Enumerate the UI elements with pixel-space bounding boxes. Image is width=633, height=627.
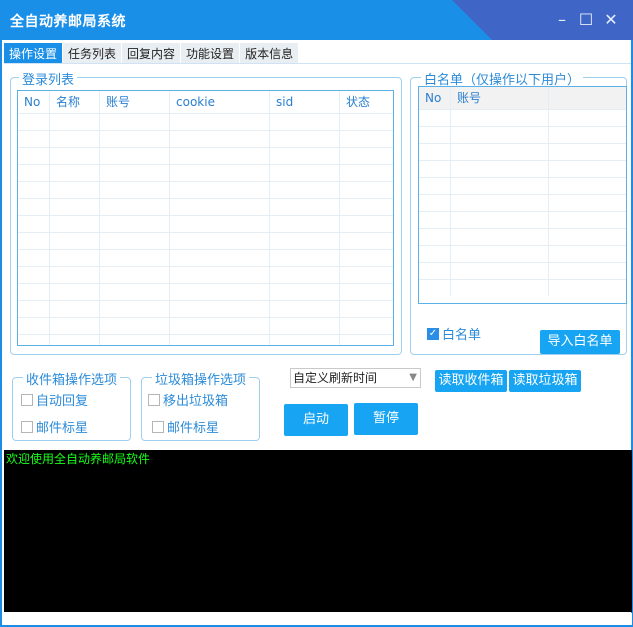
close-icon[interactable]: ✕ [601,10,621,30]
app-window: 全自动养邮局系统 – ☐ ✕ 操作设置 任务列表 回复内容 功能设置 版本信息 … [0,0,633,627]
table-row[interactable] [18,232,393,249]
log-console[interactable]: 欢迎使用全自动养邮局软件 [4,450,632,612]
trash-star-checkbox[interactable]: 邮件标星 [152,417,219,436]
whitelist-checkbox-label: 白名单 [442,328,482,343]
whitelist-checkbox[interactable]: ✓ 白名单 [427,324,481,343]
pause-button[interactable]: 暂停 [354,403,418,435]
table-row[interactable] [18,249,393,266]
whitelist-header: No 账号 [419,87,626,109]
login-list-body [18,113,393,345]
table-row[interactable] [419,279,626,296]
table-row[interactable] [18,164,393,181]
whitelist-table[interactable]: No 账号 [418,86,627,304]
table-row[interactable] [18,181,393,198]
table-row[interactable] [419,228,626,245]
auto-reply-label: 自动回复 [36,394,89,409]
refresh-time-select[interactable]: 自定义刷新时间 ▼ [290,368,421,388]
table-row[interactable] [18,266,393,283]
table-row[interactable] [419,194,626,211]
window-title: 全自动养邮局系统 [10,14,126,30]
table-row[interactable] [18,198,393,215]
col-no[interactable]: No [18,91,50,113]
table-row[interactable] [419,126,626,143]
whitelist-body [419,109,626,296]
table-row[interactable] [419,143,626,160]
status-strip [4,613,632,625]
tab-reply-content[interactable]: 回复内容 [122,43,181,65]
trash-options-group: 垃圾箱操作选项 移出垃圾箱 邮件标星 [141,369,260,441]
read-trash-button[interactable]: 读取垃圾箱 [509,370,581,392]
tab-operation-settings[interactable]: 操作设置 [4,43,63,65]
table-row[interactable] [419,109,626,126]
import-whitelist-button[interactable]: 导入白名单 [540,330,620,354]
tab-function-settings[interactable]: 功能设置 [181,43,240,65]
table-row[interactable] [419,177,626,194]
col-account[interactable]: 账号 [100,91,170,113]
col-sid[interactable]: sid [270,91,340,113]
login-list-table[interactable]: No 名称 账号 cookie sid 状态 [17,90,394,346]
tab-task-list[interactable]: 任务列表 [63,43,122,65]
wl-col-account[interactable]: 账号 [451,87,549,109]
table-row[interactable] [419,262,626,279]
console-welcome-text: 欢迎使用全自动养邮局软件 [6,452,151,466]
read-inbox-button[interactable]: 读取收件箱 [435,370,507,392]
table-row[interactable] [18,334,393,345]
table-row[interactable] [18,215,393,232]
client-area: 操作设置 任务列表 回复内容 功能设置 版本信息 登录列表 No 名称 账号 c… [2,40,632,625]
auto-reply-checkbox[interactable]: 自动回复 [21,390,88,409]
col-status[interactable]: 状态 [340,91,393,113]
inbox-options-title: 收件箱操作选项 [23,369,121,388]
tab-version-info[interactable]: 版本信息 [240,43,299,65]
table-row[interactable] [18,130,393,147]
operation-panel: 登录列表 No 名称 账号 cookie sid 状态 白名单（仅操作以下用户） [4,63,631,488]
tab-bar: 操作设置 任务列表 回复内容 功能设置 版本信息 [4,43,299,65]
inbox-star-label: 邮件标星 [36,421,89,436]
table-row[interactable] [18,147,393,164]
refresh-time-value: 自定义刷新时间 [293,371,378,385]
table-row[interactable] [419,211,626,228]
table-row[interactable] [18,113,393,130]
table-row[interactable] [18,283,393,300]
checkbox-checked-icon[interactable]: ✓ [427,327,439,340]
move-out-trash-checkbox[interactable]: 移出垃圾箱 [148,390,228,409]
login-list-group: 登录列表 No 名称 账号 cookie sid 状态 [10,69,402,355]
trash-options-title: 垃圾箱操作选项 [152,369,250,388]
table-row[interactable] [18,300,393,317]
whitelist-group: 白名单（仅操作以下用户） No 账号 ✓ 白名单 导入白名单 [410,69,627,355]
table-row[interactable] [18,317,393,334]
table-row[interactable] [419,160,626,177]
wl-col-no[interactable]: No [419,87,451,109]
login-list-title: 登录列表 [19,69,78,88]
col-name[interactable]: 名称 [50,91,100,113]
login-list-header: No 名称 账号 cookie sid 状态 [18,91,393,113]
minimize-icon[interactable]: – [552,10,572,30]
inbox-star-checkbox[interactable]: 邮件标星 [21,417,88,436]
title-bar: 全自动养邮局系统 – ☐ ✕ [0,0,633,40]
col-cookie[interactable]: cookie [170,91,270,113]
start-button[interactable]: 启动 [284,404,348,436]
table-row[interactable] [419,245,626,262]
inbox-options-group: 收件箱操作选项 自动回复 邮件标星 [12,369,131,441]
move-out-trash-label: 移出垃圾箱 [163,394,229,409]
trash-star-label: 邮件标星 [167,421,220,436]
maximize-icon[interactable]: ☐ [576,10,596,30]
chevron-down-icon[interactable]: ▼ [409,369,417,387]
